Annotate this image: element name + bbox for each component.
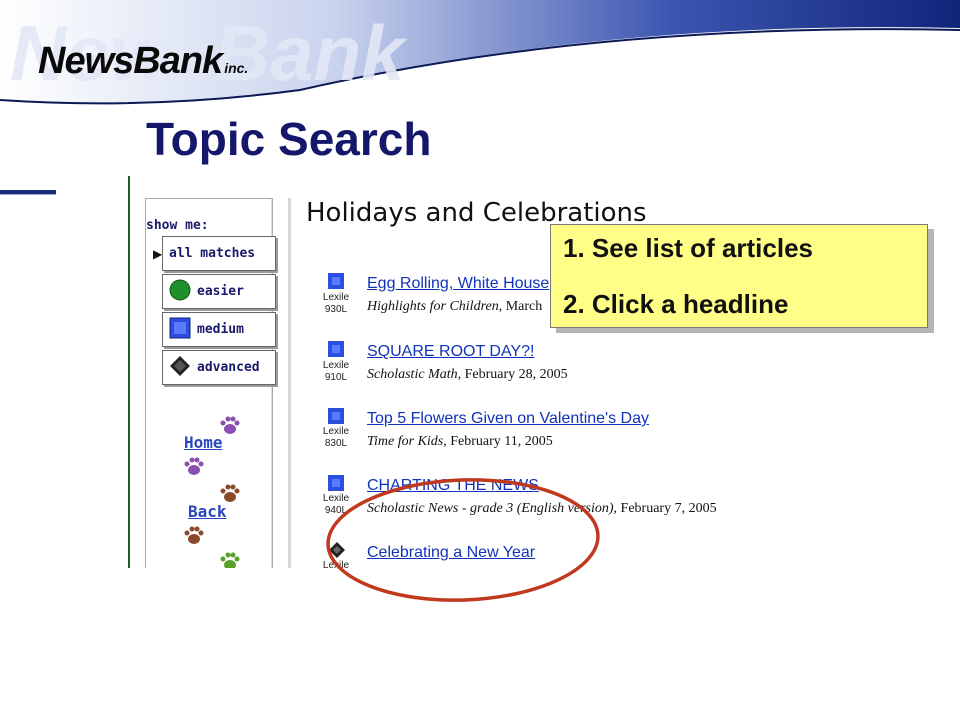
medium-level-icon — [328, 341, 344, 357]
lexile-score: Lexile — [322, 560, 350, 568]
divider-line — [128, 176, 130, 568]
lexile-score: Lexile 910L — [322, 360, 350, 383]
paw-icon — [220, 552, 240, 568]
lexile-score: Lexile 930L — [322, 292, 350, 315]
panel-edge — [288, 198, 291, 568]
lexile-score: Lexile 830L — [322, 426, 350, 449]
filter-medium[interactable]: medium — [162, 312, 276, 347]
article-headline-link[interactable]: Top 5 Flowers Given on Valentine's Day — [367, 410, 649, 428]
article-source: Highlights for Children, March — [367, 299, 543, 314]
home-link[interactable]: Home — [184, 433, 223, 452]
green-circle-icon — [169, 279, 191, 305]
paw-icon — [184, 526, 204, 544]
back-link[interactable]: Back — [188, 502, 227, 521]
filter-label: easier — [197, 284, 244, 299]
filter-easier[interactable]: easier — [162, 274, 276, 309]
blue-square-icon — [169, 317, 191, 343]
callout-step-1: 1. See list of articles — [563, 233, 814, 263]
show-me-label: show me: — [146, 218, 209, 233]
advanced-level-icon — [329, 542, 345, 558]
article-source: Scholastic Math, February 28, 2005 — [367, 367, 568, 382]
paw-icon — [220, 416, 240, 434]
filter-advanced[interactable]: advanced — [162, 350, 276, 385]
filter-label: advanced — [197, 360, 260, 375]
lexile-score: Lexile 940L — [322, 493, 350, 516]
page-title: Topic Search — [146, 113, 432, 165]
filter-all-matches[interactable]: all matches — [162, 236, 276, 271]
article-source: Time for Kids, February 11, 2005 — [367, 434, 553, 449]
medium-level-icon — [328, 273, 344, 289]
article-headline-link[interactable]: SQUARE ROOT DAY?! — [367, 343, 534, 361]
side-accent-bar — [0, 190, 56, 195]
instruction-callout: 1. See list of articles 2. Click a headl… — [550, 224, 928, 328]
medium-level-icon — [328, 408, 344, 424]
selected-arrow-icon: ▶ — [153, 247, 163, 261]
article-source: Scholastic News - grade 3 (English versi… — [367, 501, 717, 516]
article-headline-link[interactable]: Celebrating a New Year — [367, 544, 535, 562]
article-headline-link[interactable]: Egg Rolling, White House — [367, 275, 549, 293]
logo-suffix: inc. — [224, 60, 249, 76]
paw-icon — [184, 457, 204, 475]
filter-label: medium — [197, 322, 244, 337]
callout-step-2: 2. Click a headline — [563, 289, 789, 319]
medium-level-icon — [328, 475, 344, 491]
filter-label: all matches — [169, 246, 256, 261]
black-diamond-icon — [169, 355, 191, 381]
paw-icon — [220, 484, 240, 502]
newsbank-logo: NewsBank inc. — [38, 40, 249, 82]
article-headline-link[interactable]: CHARTING THE NEWS — [367, 477, 539, 495]
